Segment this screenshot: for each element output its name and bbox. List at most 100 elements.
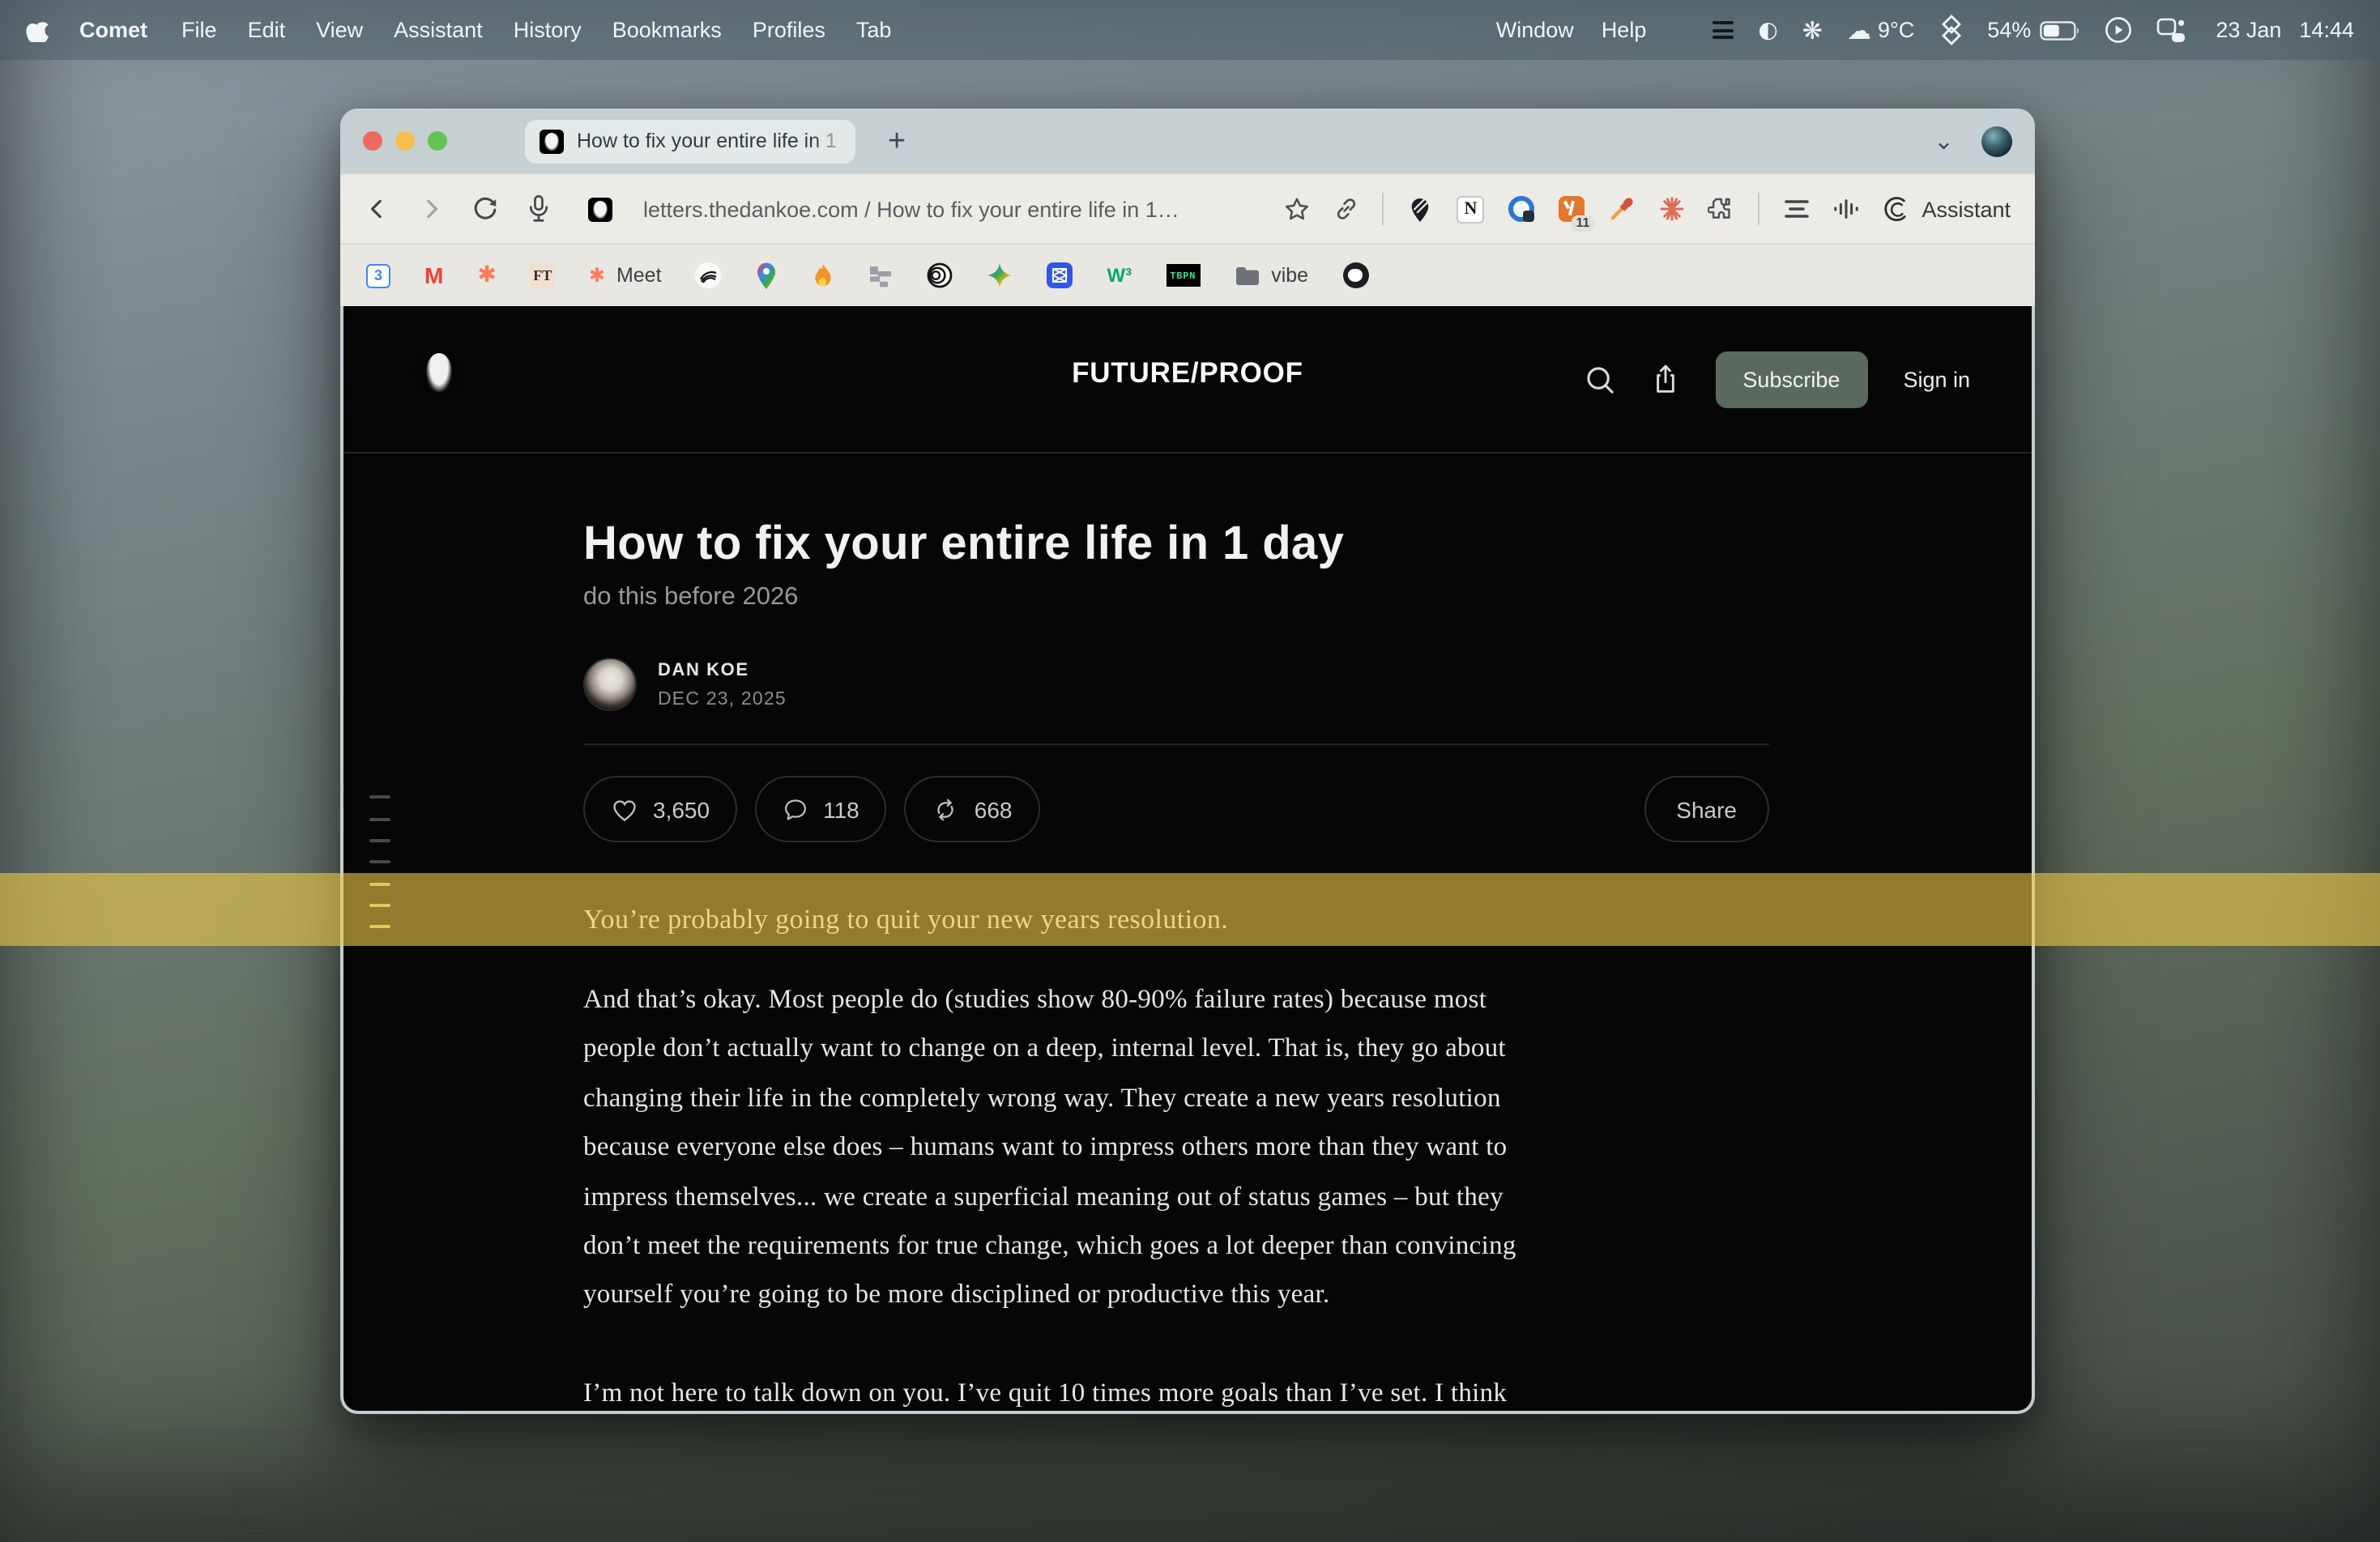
close-window-button[interactable] xyxy=(363,131,382,151)
battery-widget[interactable]: 54% xyxy=(1987,18,2079,42)
reader-lines-icon[interactable] xyxy=(1782,195,1810,223)
menu-edit[interactable]: Edit xyxy=(248,18,286,42)
restack-count: 668 xyxy=(975,796,1013,822)
bookmarks-bar: 3 M ✱ FT ✱ Meet xyxy=(340,243,2035,306)
tab-favicon xyxy=(540,129,564,153)
menu-history[interactable]: History xyxy=(514,18,582,42)
menu-assistant[interactable]: Assistant xyxy=(394,18,483,42)
article-paragraph-1: And that’s okay. Most people do (studies… xyxy=(583,975,1769,1320)
minimize-window-button[interactable] xyxy=(395,131,415,151)
battery-icon xyxy=(2039,20,2079,40)
author-avatar[interactable] xyxy=(583,658,637,711)
heart-icon xyxy=(611,796,638,822)
tab-title: How to fix your entire life in 1 xyxy=(577,130,837,152)
like-count: 3,650 xyxy=(653,796,710,822)
bookmark-financial-times[interactable]: FT xyxy=(531,263,555,288)
menu-bookmarks[interactable]: Bookmarks xyxy=(612,18,722,42)
menu-tab[interactable]: Tab xyxy=(856,18,892,42)
menu-view[interactable]: View xyxy=(316,18,363,42)
tab-strip: How to fix your entire life in 1 + ⌄ xyxy=(340,109,2035,173)
bookmark-flame[interactable] xyxy=(813,262,835,289)
onepassword-extension-icon[interactable] xyxy=(1507,195,1534,223)
browser-window: How to fix your entire life in 1 + ⌄ xyxy=(340,109,2035,1414)
active-tab[interactable]: How to fix your entire life in 1 xyxy=(525,119,855,163)
author-name[interactable]: DAN KOE xyxy=(658,660,787,679)
site-search-icon[interactable] xyxy=(1584,364,1614,394)
comment-icon xyxy=(783,796,808,822)
engagement-bar: 3,650 118 xyxy=(583,776,1769,842)
zoom-window-button[interactable] xyxy=(428,131,447,151)
subscribe-button[interactable]: Subscribe xyxy=(1715,351,1867,407)
toolbar-right-group: N 11 xyxy=(1283,193,2011,225)
page-viewport: FUTURE/PROOF Subscribe Sign in xyxy=(343,306,2032,1411)
folder-icon xyxy=(1234,265,1260,286)
voice-waveform-icon[interactable] xyxy=(1832,195,1860,223)
openai-status-icon[interactable]: ❋ xyxy=(1802,15,1823,45)
signin-link[interactable]: Sign in xyxy=(1903,367,1970,391)
menu-bar-date[interactable]: 23 Jan xyxy=(2216,18,2281,42)
extension-badge: 11 xyxy=(1572,215,1595,231)
comment-button[interactable]: 118 xyxy=(755,776,887,842)
new-tab-button[interactable]: + xyxy=(888,126,906,156)
menu-status-hamburger-icon[interactable] xyxy=(1712,18,1734,42)
like-button[interactable]: 3,650 xyxy=(583,776,737,842)
bookmark-google-calendar[interactable]: 3 xyxy=(366,263,390,288)
orange-extension-icon[interactable]: 11 xyxy=(1557,195,1585,223)
bookmark-github[interactable] xyxy=(1342,262,1368,288)
article-title: How to fix your entire life in 1 day xyxy=(583,515,1769,573)
tab-overview-chevron-icon[interactable]: ⌄ xyxy=(1934,126,1954,155)
bookmark-meet[interactable]: ✱ Meet xyxy=(589,264,662,287)
bookmark-folder-vibe[interactable]: vibe xyxy=(1234,264,1308,287)
menu-profiles[interactable]: Profiles xyxy=(753,18,825,42)
back-button[interactable] xyxy=(365,196,390,222)
bookmark-arcs-app[interactable] xyxy=(696,262,722,288)
profile-avatar[interactable] xyxy=(1981,126,2012,156)
menu-bar-time[interactable]: 14:44 xyxy=(2299,18,2354,42)
bookmark-gmail[interactable]: M xyxy=(424,262,443,288)
bookmark-star-icon[interactable] xyxy=(1283,195,1311,223)
copy-link-icon[interactable] xyxy=(1333,196,1359,222)
apple-menu[interactable] xyxy=(26,14,50,46)
url-favicon xyxy=(588,197,612,221)
bookmark-spiral-circles[interactable] xyxy=(928,262,953,288)
site-header: FUTURE/PROOF Subscribe Sign in xyxy=(343,306,2032,454)
bookmark-blue-app[interactable] xyxy=(1047,262,1073,288)
map-pin-extension-icon[interactable] xyxy=(1406,195,1434,223)
site-share-icon[interactable] xyxy=(1650,363,1679,395)
restack-button[interactable]: 668 xyxy=(905,776,1040,842)
weather-temperature: 9°C xyxy=(1878,18,1914,42)
display-contrast-icon[interactable]: ◐ xyxy=(1758,17,1777,43)
url-display[interactable]: letters.thedankoe.com / How to fix your … xyxy=(643,197,1179,221)
assistant-label: Assistant xyxy=(1921,197,2011,221)
menu-app-name[interactable]: Comet xyxy=(79,18,147,42)
bookmark-gemini-star[interactable] xyxy=(987,262,1013,288)
microphone-icon[interactable] xyxy=(527,194,551,224)
assistant-button[interactable]: Assistant xyxy=(1883,195,2011,223)
publish-date: DEC 23, 2025 xyxy=(658,689,787,709)
reload-button[interactable] xyxy=(471,195,499,223)
bookmark-tbpn[interactable]: TBPN xyxy=(1166,264,1200,287)
play-circle-icon[interactable] xyxy=(2104,16,2131,44)
bookmark-grey-blocks[interactable] xyxy=(869,263,894,288)
stage-manager-icon[interactable] xyxy=(2156,17,2185,43)
byline: DAN KOE DEC 23, 2025 xyxy=(583,658,1769,711)
comet-assistant-icon xyxy=(1883,195,1910,223)
bookmark-w3schools[interactable]: W³ xyxy=(1107,264,1132,287)
forward-button[interactable] xyxy=(418,196,444,222)
raycast-diamonds-icon[interactable] xyxy=(1939,15,1963,45)
weather-widget[interactable]: ☁ 9°C xyxy=(1847,15,1914,45)
share-button[interactable]: Share xyxy=(1644,776,1769,842)
browser-toolbar: letters.thedankoe.com / How to fix your … xyxy=(340,173,2035,243)
bookmark-google-maps[interactable] xyxy=(756,261,778,290)
menu-window[interactable]: Window xyxy=(1496,18,1574,42)
article-paragraph-2: I’m not here to talk down on you. I’ve q… xyxy=(583,1369,1769,1411)
menu-help[interactable]: Help xyxy=(1602,18,1647,42)
menu-file[interactable]: File xyxy=(181,18,217,42)
divider xyxy=(583,743,1769,745)
starburst-extension-icon[interactable] xyxy=(1657,195,1685,223)
bookmark-hubspot[interactable]: ✱ xyxy=(477,262,496,288)
notion-extension-icon[interactable]: N xyxy=(1457,195,1484,223)
restack-icon xyxy=(932,796,960,822)
eyedropper-extension-icon[interactable] xyxy=(1607,195,1635,223)
extensions-puzzle-icon[interactable] xyxy=(1708,195,1735,223)
